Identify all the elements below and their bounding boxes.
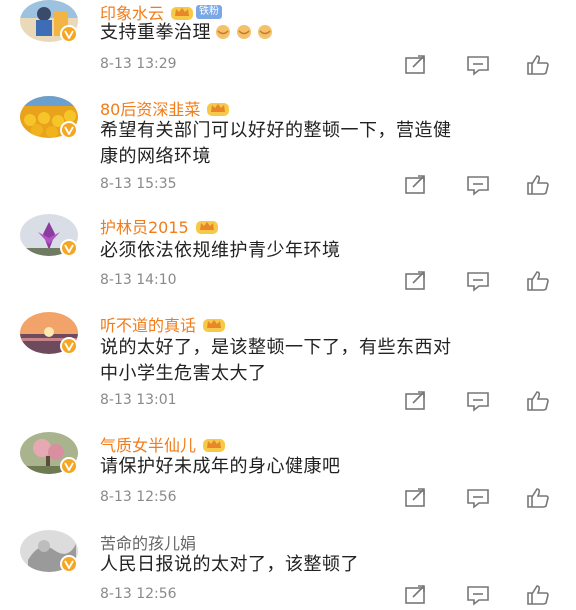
- username-text[interactable]: 苦命的孩儿娟: [100, 530, 196, 554]
- fans-badge: 铁粉: [196, 5, 223, 19]
- comment-text-content: 支持重拳治理: [100, 22, 211, 43]
- verified-badge-icon: [60, 25, 78, 43]
- verified-badge-icon: [60, 239, 78, 257]
- comment-button[interactable]: [466, 270, 490, 292]
- comment-text: 必须依法依规维护青少年环境: [100, 238, 560, 264]
- username[interactable]: 气质女半仙儿: [100, 432, 226, 456]
- share-button[interactable]: [404, 584, 428, 606]
- comment-time: 8-13 14:10: [100, 272, 177, 288]
- comment-text-line: 说的太好了，是该整顿一下了，有些东西对: [100, 337, 452, 358]
- username-text[interactable]: 80后资深韭菜: [100, 96, 200, 120]
- verified-badge-icon: [60, 457, 78, 475]
- avatar[interactable]: [20, 0, 78, 43]
- share-icon: [405, 585, 425, 604]
- like-button[interactable]: [526, 174, 550, 196]
- verified-badge-icon: [60, 555, 78, 573]
- share-icon: [405, 488, 425, 507]
- share-button[interactable]: [404, 174, 428, 196]
- verified-badge-icon: [60, 121, 78, 139]
- verified-badge-icon: [60, 337, 78, 355]
- username-text[interactable]: 听不道的真话: [100, 312, 196, 336]
- share-icon: [405, 391, 425, 410]
- comment-actions: [404, 174, 564, 196]
- comment-time: 8-13 12:56: [100, 489, 177, 505]
- comment-text: 说的太好了，是该整顿一下了，有些东西对 中小学生危害太大了: [100, 335, 560, 387]
- avatar[interactable]: [20, 96, 78, 139]
- comment-button[interactable]: [466, 174, 490, 196]
- comment-actions: [404, 584, 564, 606]
- comment-icon: [467, 586, 489, 606]
- avatar[interactable]: [20, 312, 78, 355]
- comment-actions: [404, 54, 564, 76]
- comment-text-line: 康的网络环境: [100, 146, 211, 167]
- share-button[interactable]: [404, 54, 428, 76]
- username[interactable]: 护林员2015: [100, 214, 219, 238]
- clap-emoji-icon: [237, 25, 251, 39]
- share-button[interactable]: [404, 487, 428, 509]
- like-icon: [527, 585, 549, 605]
- comment-button[interactable]: [466, 390, 490, 412]
- crown-icon: [202, 435, 226, 453]
- comment-button[interactable]: [466, 584, 490, 606]
- comment-icon: [467, 272, 489, 292]
- avatar[interactable]: [20, 214, 78, 257]
- comment-icon: [467, 489, 489, 509]
- comment-actions: [404, 487, 564, 509]
- comment-text: 希望有关部门可以好好的整顿一下，营造健 康的网络环境: [100, 118, 560, 170]
- avatar[interactable]: [20, 530, 78, 573]
- comment-text-content: 人民日报说的太对了，该整顿了: [100, 554, 359, 575]
- comment-button[interactable]: [466, 487, 490, 509]
- comment-icon: [467, 56, 489, 76]
- crown-icon: [202, 315, 226, 333]
- username-text[interactable]: 护林员2015: [100, 214, 189, 238]
- comment-text: 请保护好未成年的身心健康吧: [100, 454, 560, 480]
- like-icon: [527, 271, 549, 291]
- share-button[interactable]: [404, 390, 428, 412]
- clap-emoji-icon: [258, 25, 272, 39]
- avatar[interactable]: [20, 432, 78, 475]
- username[interactable]: 听不道的真话: [100, 312, 226, 336]
- comment-text: 支持重拳治理: [100, 20, 560, 46]
- crown-icon: [195, 217, 219, 235]
- share-button[interactable]: [404, 270, 428, 292]
- username[interactable]: 80后资深韭菜: [100, 96, 230, 120]
- share-icon: [405, 271, 425, 290]
- like-icon: [527, 55, 549, 75]
- crown-icon: [206, 99, 230, 117]
- like-icon: [527, 391, 549, 411]
- like-button[interactable]: [526, 584, 550, 606]
- clap-emoji-icon: [216, 25, 230, 39]
- like-button[interactable]: [526, 270, 550, 292]
- comment-time: 8-13 15:35: [100, 176, 177, 192]
- like-button[interactable]: [526, 54, 550, 76]
- comment-text-content: 请保护好未成年的身心健康吧: [100, 456, 341, 477]
- comment-text-line: 希望有关部门可以好好的整顿一下，营造健: [100, 120, 452, 141]
- comment-time: 8-13 12:56: [100, 586, 177, 602]
- comment-actions: [404, 390, 564, 412]
- comment-icon: [467, 392, 489, 412]
- comment-button[interactable]: [466, 54, 490, 76]
- comment-time: 8-13 13:01: [100, 392, 177, 408]
- share-icon: [405, 55, 425, 74]
- comment-actions: [404, 270, 564, 292]
- like-button[interactable]: [526, 487, 550, 509]
- like-button[interactable]: [526, 390, 550, 412]
- like-icon: [527, 488, 549, 508]
- like-icon: [527, 175, 549, 195]
- username-text[interactable]: 气质女半仙儿: [100, 432, 196, 456]
- comment-time: 8-13 13:29: [100, 56, 177, 72]
- username[interactable]: 苦命的孩儿娟: [100, 530, 196, 554]
- crown-icon: [170, 3, 194, 21]
- share-icon: [405, 175, 425, 194]
- comment-text-line: 中小学生危害太大了: [100, 363, 267, 384]
- comment-text-content: 必须依法依规维护青少年环境: [100, 240, 341, 261]
- comment-icon: [467, 176, 489, 196]
- comment-text: 人民日报说的太对了，该整顿了: [100, 552, 560, 578]
